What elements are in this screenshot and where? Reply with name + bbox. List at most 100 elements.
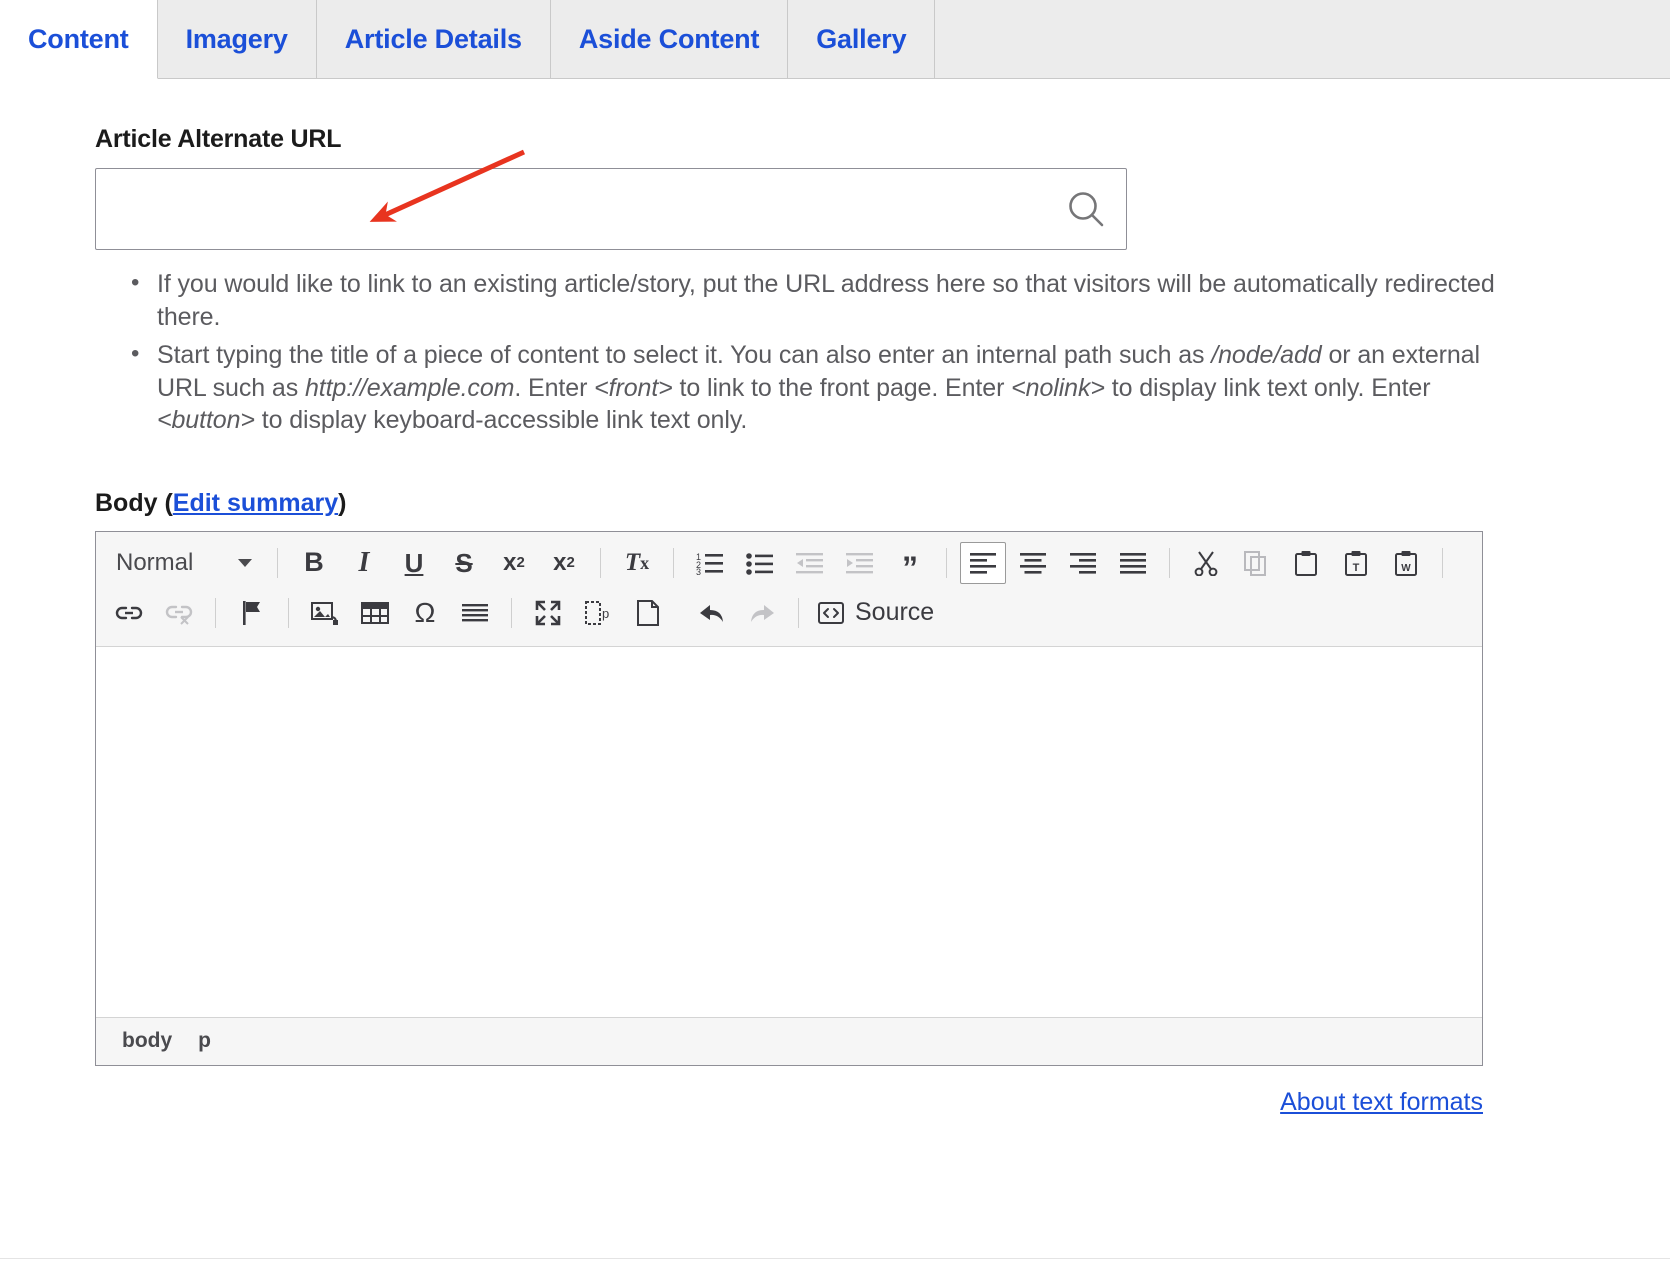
tab-article-details-label: Article Details (344, 23, 522, 54)
paste-from-word-button[interactable]: W (1383, 542, 1429, 584)
help-item-text: If you would like to link to an existing… (157, 270, 1495, 331)
editor-toolbar-row-2: Ω p Source (104, 588, 1474, 638)
body-editable-area[interactable] (96, 646, 1482, 1017)
tab-gallery-label: Gallery (816, 23, 907, 54)
toolbar-separator (288, 597, 289, 628)
page-bottom-divider (0, 1258, 1670, 1272)
tab-aside-content-label: Aside Content (578, 23, 760, 54)
anchor-flag-icon[interactable] (229, 592, 275, 634)
tab-article-details[interactable]: Article Details (316, 0, 551, 78)
body-field-label: Body (Edit summary) (95, 489, 1580, 518)
help-text-run: If you would like to link to an existing… (157, 270, 1495, 331)
chevron-down-icon (238, 558, 252, 567)
maximize-button[interactable] (525, 592, 571, 634)
subscript-button[interactable]: x2 (541, 542, 587, 584)
templates-button[interactable] (625, 592, 671, 634)
show-blocks-button[interactable]: p (575, 592, 621, 634)
cut-button[interactable] (1183, 542, 1229, 584)
vertical-tabs-bar: Content Imagery Article Details Aside Co… (0, 0, 1670, 79)
edit-summary-link[interactable]: Edit summary (173, 489, 338, 517)
align-justify-button[interactable] (1110, 542, 1156, 584)
paste-as-text-button[interactable]: T (1333, 542, 1379, 584)
toolbar-separator (673, 547, 674, 578)
tab-imagery-label: Imagery (185, 23, 288, 54)
bulleted-list-button[interactable] (737, 542, 783, 584)
help-item: Start typing the title of a piece of con… (131, 338, 1495, 437)
copy-button[interactable] (1233, 542, 1279, 584)
tab-content-label: Content (28, 23, 129, 54)
tab-aside-content[interactable]: Aside Content (550, 0, 789, 78)
toolbar-separator (798, 597, 799, 628)
source-button[interactable]: Source (810, 592, 942, 634)
underline-button[interactable]: U (391, 542, 437, 584)
insert-table-button[interactable] (352, 592, 398, 634)
paragraph-format-dropdown[interactable]: Normal (104, 542, 262, 584)
help-text-run: to link to the front page. Enter (672, 373, 1012, 402)
tab-imagery[interactable]: Imagery (157, 0, 317, 78)
toolbar-separator (215, 597, 216, 628)
element-path-body[interactable]: body (122, 1029, 172, 1053)
help-text-emphasis: <front> (594, 373, 673, 402)
align-left-button[interactable] (960, 541, 1006, 584)
svg-text:W: W (1401, 563, 1411, 574)
help-text-emphasis: <nolink> (1011, 373, 1105, 402)
paste-button[interactable] (1283, 542, 1329, 584)
block-quote-button[interactable]: ” (887, 542, 933, 584)
tab-gallery[interactable]: Gallery (788, 0, 936, 78)
paragraph-format-value: Normal (116, 548, 194, 576)
toolbar-separator (946, 547, 947, 578)
article-alternate-url-help-list: If you would like to link to an existing… (95, 267, 1495, 437)
help-text-run: . Enter (514, 373, 595, 402)
undo-button[interactable] (689, 592, 735, 634)
bold-button[interactable]: B (291, 542, 337, 584)
tab-content[interactable]: Content (0, 0, 158, 79)
toolbar-separator (1169, 547, 1170, 578)
tab-bar-filler (935, 0, 1670, 78)
about-text-formats-link[interactable]: About text formats (1280, 1088, 1483, 1116)
special-character-button[interactable]: Ω (402, 592, 448, 634)
decrease-indent-button[interactable] (787, 542, 833, 584)
editor-toolbar: Normal B I U S x2 x2 Tx 1 2 3 ” T W Ω p … (96, 531, 1482, 647)
help-text-run: Start typing the title of a piece of con… (157, 341, 1212, 369)
align-center-button[interactable] (1010, 542, 1056, 584)
article-alternate-url-label: Article Alternate URL (95, 125, 342, 153)
toolbar-separator (277, 547, 278, 578)
help-text-emphasis: http://example.com (304, 373, 515, 402)
about-text-formats-row: About text formats (95, 1088, 1483, 1117)
unlink-button[interactable] (156, 592, 202, 634)
help-item-text: Start typing the title of a piece of con… (157, 341, 1480, 434)
svg-text:p: p (602, 606, 609, 621)
horizontal-rule-button[interactable] (452, 592, 498, 634)
body-label-suffix: ) (338, 488, 347, 517)
editor-element-path: body p (96, 1016, 1482, 1065)
superscript-button[interactable]: x2 (491, 542, 537, 584)
article-alternate-url-input[interactable] (95, 168, 1127, 250)
help-item: If you would like to link to an existing… (131, 267, 1495, 333)
content-tab-panel: Article Alternate URL If you would like … (0, 79, 1670, 1272)
svg-text:3: 3 (696, 567, 701, 575)
strikethrough-button[interactable]: S (441, 542, 487, 584)
toolbar-separator (600, 547, 601, 578)
editor-toolbar-row-1: Normal B I U S x2 x2 Tx 1 2 3 ” T W (104, 538, 1474, 588)
source-button-label: Source (855, 598, 935, 626)
link-button[interactable] (106, 592, 152, 634)
toolbar-separator (511, 597, 512, 628)
redo-button[interactable] (739, 592, 785, 634)
article-alternate-url-field: Article Alternate URL If you would like … (0, 125, 1670, 1066)
insert-image-button[interactable] (302, 592, 348, 634)
element-path-p[interactable]: p (198, 1029, 211, 1053)
toolbar-separator (1442, 547, 1443, 578)
help-text-run: to display keyboard-accessible link text… (254, 406, 748, 434)
numbered-list-button[interactable]: 1 2 3 (687, 542, 733, 584)
body-label-prefix: Body ( (95, 488, 173, 517)
help-text-emphasis: <button> (157, 406, 255, 434)
increase-indent-button[interactable] (837, 542, 883, 584)
source-code-icon (818, 601, 844, 625)
align-right-button[interactable] (1060, 542, 1106, 584)
help-text-emphasis: /node/add (1211, 341, 1322, 369)
article-alternate-url-input-wrap (95, 168, 1127, 250)
remove-format-button[interactable]: Tx (614, 542, 660, 584)
body-rich-text-editor: Normal B I U S x2 x2 Tx 1 2 3 ” T W Ω p … (95, 530, 1483, 1066)
italic-button[interactable]: I (341, 542, 387, 584)
svg-text:T: T (1353, 562, 1360, 574)
